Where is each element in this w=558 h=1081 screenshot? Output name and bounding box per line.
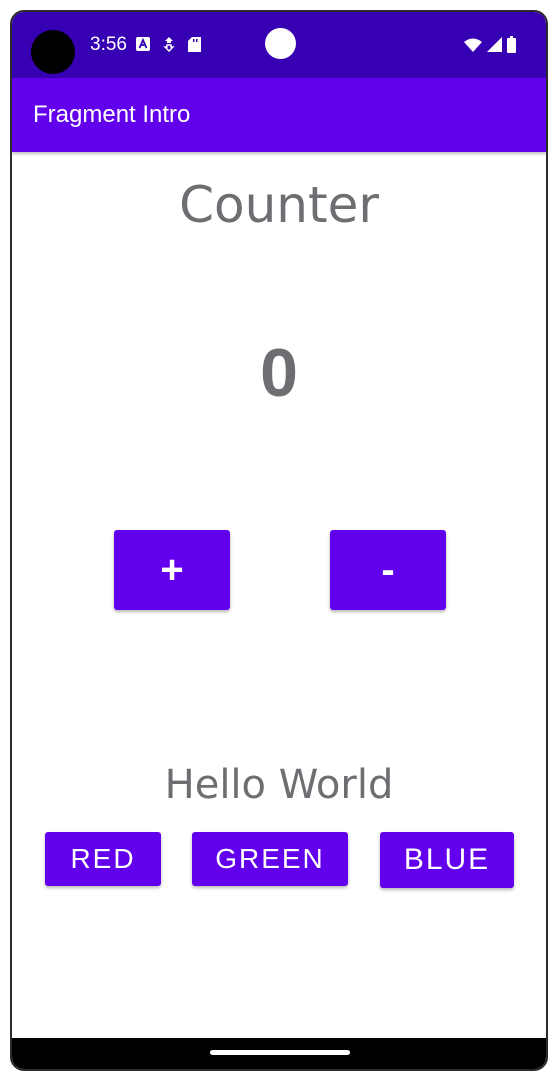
- camera-cutout: [31, 30, 75, 74]
- decrement-button[interactable]: -: [330, 530, 446, 610]
- status-bar: 3:56: [12, 12, 546, 78]
- front-camera: [265, 28, 296, 59]
- navigation-bar: [12, 1038, 546, 1069]
- home-gesture-handle[interactable]: [210, 1050, 350, 1055]
- app-bar: Fragment Intro: [12, 78, 546, 152]
- data-saver-icon: [162, 36, 176, 57]
- main-content: Counter 0 + - Hello World RED GREEN BLUE: [12, 152, 546, 1042]
- cell-signal-icon: [487, 37, 502, 57]
- app-title: Fragment Intro: [33, 101, 191, 128]
- red-button[interactable]: RED: [45, 832, 161, 886]
- wifi-icon: [464, 38, 482, 57]
- hello-world-text: Hello World: [164, 762, 394, 808]
- green-button[interactable]: GREEN: [192, 832, 348, 886]
- counter-title: Counter: [179, 176, 379, 234]
- sd-card-icon: [188, 36, 201, 57]
- phone-frame: 3:56 Fragment Intro Counter 0 + - Hello …: [10, 10, 548, 1071]
- blue-button[interactable]: BLUE: [380, 832, 514, 888]
- a-badge-icon: [136, 37, 150, 56]
- battery-icon: [507, 36, 516, 58]
- counter-value: 0: [260, 335, 298, 411]
- system-status-icons: [464, 36, 516, 58]
- status-time: 3:56: [90, 34, 127, 55]
- notification-icons: [136, 36, 201, 57]
- increment-button[interactable]: +: [114, 530, 230, 610]
